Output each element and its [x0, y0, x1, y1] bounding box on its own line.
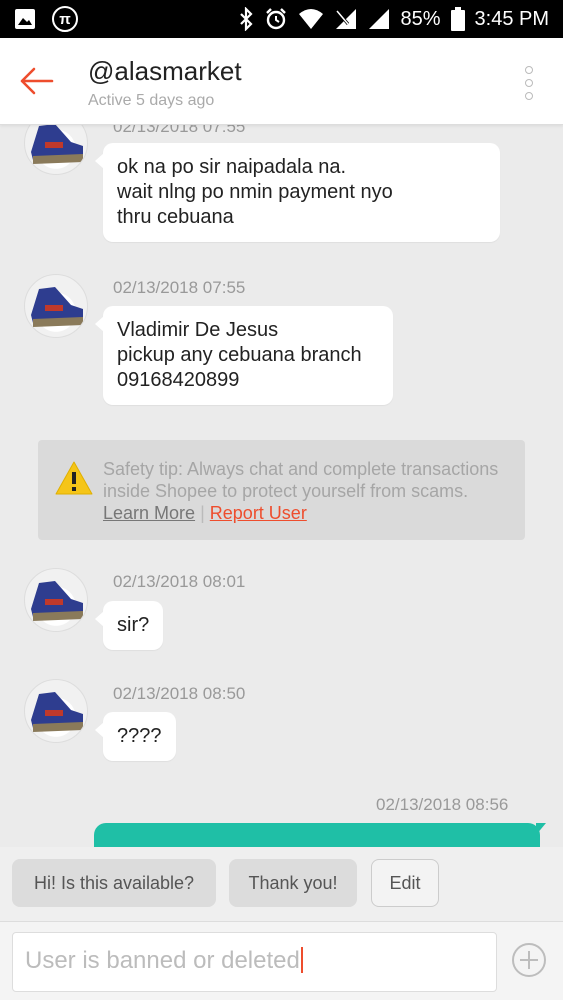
report-user-link[interactable]: Report User: [210, 503, 307, 523]
edit-quick-replies-button[interactable]: Edit: [371, 859, 439, 907]
bluetooth-icon: [238, 7, 254, 31]
back-button[interactable]: [18, 62, 56, 100]
battery-icon: [450, 7, 465, 31]
battery-level: 85%: [400, 7, 441, 30]
quick-reply-button[interactable]: Thank you!: [229, 859, 357, 907]
chat-header: @alasmarket Active 5 days ago: [0, 38, 563, 125]
no-data-signal-icon: [334, 8, 358, 30]
sneaker-avatar-icon: [31, 125, 83, 164]
message-timestamp: 02/13/2018 07:55: [113, 278, 246, 297]
input-placeholder: User is banned or deleted: [25, 947, 300, 974]
clock: 3:45 PM: [474, 7, 549, 30]
alarm-icon: [264, 7, 288, 31]
signal-icon: [368, 8, 390, 30]
safety-tip: Safety tip: Always chat and complete tra…: [38, 440, 525, 540]
avatar[interactable]: [24, 679, 88, 743]
active-status: Active 5 days ago: [88, 92, 215, 109]
gallery-icon: [14, 8, 36, 30]
message-bubble: ok na po sir naipadala na. wait nlng po …: [95, 143, 500, 242]
outgoing-message-bubble: [94, 823, 546, 847]
message-bubble: sir?: [94, 601, 164, 650]
chat-username: @alasmarket: [88, 56, 242, 86]
message-timestamp: 02/13/2018 08:01: [113, 572, 246, 591]
plus-circle-icon: [512, 943, 546, 977]
safety-tip-text: Safety tip: Always chat and complete tra…: [103, 459, 499, 501]
message-timestamp: 02/13/2018 08:56: [376, 795, 509, 814]
avatar[interactable]: [24, 125, 88, 175]
more-options-icon[interactable]: [523, 66, 535, 100]
link-separator: |: [200, 503, 205, 523]
message-timestamp: 02/13/2018 08:50: [113, 684, 246, 703]
input-bar: User is banned or deleted: [0, 921, 563, 1000]
sneaker-avatar-icon: [31, 692, 83, 732]
message-bubble: ????: [95, 712, 176, 761]
sneaker-avatar-icon: [31, 581, 83, 621]
message-input[interactable]: User is banned or deleted: [12, 932, 497, 992]
chat-area[interactable]: 02/13/2018 07:55 ok na po sir naipadala …: [0, 125, 563, 847]
avatar[interactable]: [24, 274, 88, 338]
sneaker-avatar-icon: [31, 287, 83, 327]
message-bubble: Vladimir De Jesus pickup any cebuana bra…: [95, 306, 393, 405]
wifi-icon: [298, 8, 324, 30]
status-bar: π 85% 3:45 PM: [0, 0, 563, 38]
arrow-left-icon: [20, 67, 54, 95]
learn-more-link[interactable]: Learn More: [103, 503, 195, 523]
warning-icon: [54, 460, 94, 501]
avatar[interactable]: [24, 568, 88, 632]
pi-icon: π: [52, 6, 78, 32]
quick-reply-button[interactable]: Hi! Is this available?: [12, 859, 216, 907]
text-caret: [300, 947, 303, 973]
message-timestamp: 02/13/2018 07:55: [113, 125, 246, 136]
add-button[interactable]: [511, 942, 547, 978]
quick-replies: Hi! Is this available? Thank you! Edit: [0, 847, 563, 921]
